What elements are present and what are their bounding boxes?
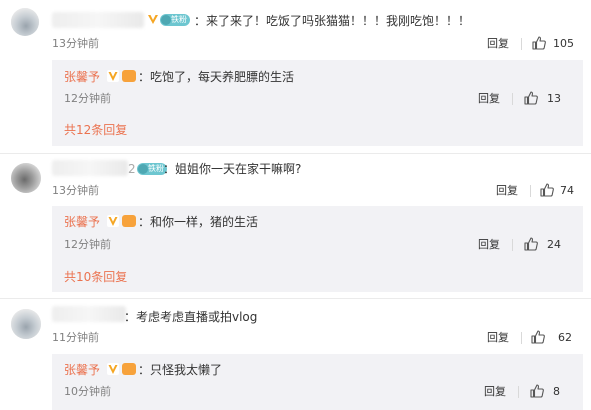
fan-badge: 铁粉 — [160, 14, 190, 26]
commenter-avatar[interactable] — [11, 8, 39, 36]
thumbs-up-icon[interactable] — [539, 182, 555, 198]
reply-author[interactable]: 张馨予 — [64, 214, 100, 230]
verified-v-icon — [107, 70, 119, 82]
fan-badge-label: 铁粉 — [171, 15, 187, 24]
reply-text: ：吃饱了，每天养肥膘的生活 — [138, 70, 295, 84]
commenter-name-visible[interactable]: 2 — [128, 161, 136, 177]
fan-badge-label: 铁粉 — [148, 164, 164, 173]
reply-text: ：只怪我太懒了 — [138, 363, 223, 377]
commenter-name-blurred[interactable] — [52, 160, 128, 176]
like-count: 13 — [547, 92, 561, 105]
like-count: 24 — [547, 238, 561, 251]
comment-text: ：考虑考虑直播或拍vlog — [124, 310, 258, 324]
reply-button[interactable]: 回复 — [478, 238, 500, 252]
like-count: 105 — [553, 37, 574, 50]
thumbs-up-icon[interactable] — [529, 383, 545, 399]
level-badge-icon — [122, 70, 136, 82]
fan-badge-icon — [161, 15, 171, 25]
reply-text: ：和你一样，猪的生活 — [138, 215, 259, 229]
reply-button[interactable]: 回复 — [484, 385, 506, 399]
verified-v-icon — [107, 215, 119, 227]
reply-button[interactable]: 回复 — [487, 37, 509, 51]
level-badge-icon — [122, 215, 136, 227]
thumbs-up-icon[interactable] — [530, 329, 546, 345]
verified-v-icon — [148, 15, 158, 24]
commenter-name-blurred[interactable] — [52, 12, 144, 28]
level-badge-icon — [122, 363, 136, 375]
reply-time: 12分钟前 — [64, 238, 111, 251]
comment-time: 13分钟前 — [52, 184, 99, 197]
like-count: 8 — [553, 385, 560, 398]
thread-divider — [0, 153, 591, 154]
thumbs-up-icon[interactable] — [523, 90, 539, 106]
like-count: 62 — [558, 331, 572, 344]
commenter-avatar[interactable] — [11, 309, 41, 339]
comment-text: ：姐姐你一天在家干嘛啊? — [163, 162, 302, 176]
reply-author[interactable]: 张馨予 — [64, 69, 100, 85]
divider — [521, 332, 522, 344]
divider — [512, 239, 513, 251]
comment-time: 13分钟前 — [52, 37, 99, 50]
reply-button[interactable]: 回复 — [478, 92, 500, 106]
thumbs-up-icon[interactable] — [531, 35, 547, 51]
thread-divider — [0, 298, 591, 299]
reply-author[interactable]: 张馨予 — [64, 362, 100, 378]
commenter-avatar[interactable] — [11, 163, 41, 193]
divider — [530, 185, 531, 197]
reply-button[interactable]: 回复 — [487, 331, 509, 345]
thumbs-up-icon[interactable] — [523, 236, 539, 252]
divider — [512, 93, 513, 105]
divider — [521, 38, 522, 50]
like-count: 74 — [560, 184, 574, 197]
comment-time: 11分钟前 — [52, 331, 99, 344]
comment-text: ：来了来了！吃饭了吗张猫猫！！！我刚吃饱！！！ — [194, 14, 471, 28]
verified-v-icon — [107, 363, 119, 375]
fan-badge-icon — [138, 164, 148, 174]
commenter-name-blurred[interactable] — [52, 306, 126, 322]
more-replies-link[interactable]: 共10条回复 — [64, 269, 127, 285]
reply-button[interactable]: 回复 — [496, 184, 518, 198]
reply-time: 10分钟前 — [64, 385, 111, 398]
more-replies-link[interactable]: 共12条回复 — [64, 122, 127, 138]
divider — [518, 386, 519, 398]
reply-time: 12分钟前 — [64, 92, 111, 105]
